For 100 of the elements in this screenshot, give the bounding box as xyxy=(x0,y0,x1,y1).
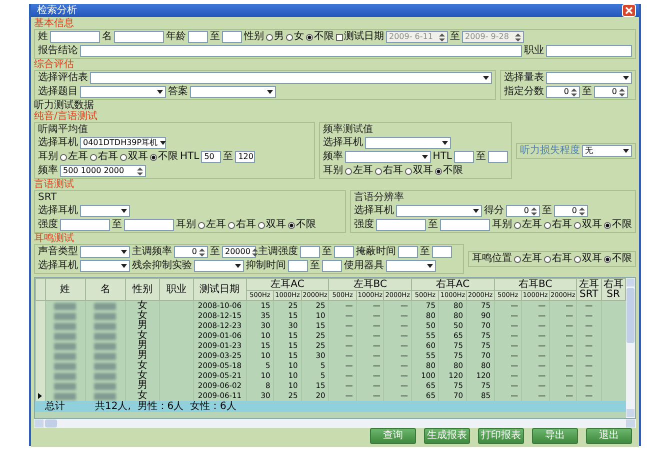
blurred-name xyxy=(54,372,76,380)
radio-button[interactable]: 双耳 xyxy=(574,253,602,265)
field-label: 选择耳机 xyxy=(38,137,78,149)
text-field[interactable] xyxy=(432,246,452,258)
table-cell: 男 xyxy=(137,380,148,391)
text-field[interactable] xyxy=(222,31,242,43)
text-field[interactable] xyxy=(546,45,632,57)
radio-button[interactable]: 不限 xyxy=(604,219,632,231)
column-header[interactable]: 左耳SRT xyxy=(576,278,602,300)
horizontal-scrollbar[interactable] xyxy=(34,419,636,428)
spin-field[interactable]: 0 xyxy=(174,246,208,258)
field-label: 至 xyxy=(428,219,438,231)
blurred-name xyxy=(94,302,116,310)
radio-button[interactable]: 双耳 xyxy=(404,165,433,177)
radio-button[interactable]: 不限 xyxy=(604,253,632,265)
dropdown[interactable] xyxy=(190,86,276,98)
field-label: 主调频率 xyxy=(132,246,172,258)
column-header[interactable]: 测试日期 xyxy=(193,278,246,300)
dropdown[interactable]: 0401DTDH39P耳机 xyxy=(80,137,166,149)
radio-button[interactable]: 右耳 xyxy=(374,165,403,177)
column-header[interactable]: 职业 xyxy=(159,278,194,300)
dropdown[interactable] xyxy=(80,205,130,217)
group-title: SRT xyxy=(38,192,57,203)
dropdown[interactable] xyxy=(386,260,436,272)
spin-field[interactable]: 0 xyxy=(546,86,580,98)
radio-button[interactable]: 左耳 xyxy=(60,151,88,163)
field-label: 姓 xyxy=(38,31,48,43)
text-field[interactable]: 50 xyxy=(201,151,222,163)
text-field[interactable] xyxy=(300,246,320,258)
radio-button[interactable]: 不限 xyxy=(150,151,178,163)
text-field[interactable] xyxy=(398,246,418,258)
column-header[interactable]: 右耳BC xyxy=(494,278,577,290)
text-field[interactable] xyxy=(80,45,522,57)
text-field[interactable] xyxy=(440,219,490,231)
column-header[interactable]: 性别 xyxy=(126,278,160,300)
dropdown[interactable] xyxy=(194,260,244,272)
field-label: 主调强度 xyxy=(258,246,298,258)
radio-button[interactable]: 双耳 xyxy=(574,219,602,231)
column-header[interactable]: 左耳AC xyxy=(246,278,329,290)
dropdown[interactable] xyxy=(364,137,451,149)
column-header[interactable]: 名 xyxy=(85,278,126,300)
dropdown[interactable] xyxy=(90,72,492,84)
column-header[interactable]: 右耳SR xyxy=(601,278,626,300)
radio-button[interactable]: 右耳 xyxy=(90,151,118,163)
field-label: 强度 xyxy=(354,219,374,231)
dropdown[interactable]: 无 xyxy=(582,144,632,156)
radio-button[interactable]: 右耳 xyxy=(544,219,572,231)
text-field[interactable] xyxy=(454,151,474,163)
spin-field[interactable]: 0 xyxy=(594,86,628,98)
text-field[interactable] xyxy=(334,246,354,258)
radio-button[interactable]: 右耳 xyxy=(228,219,256,231)
spin-field[interactable]: 500 1000 2000 xyxy=(60,165,146,177)
text-field[interactable] xyxy=(188,31,208,43)
dropdown[interactable] xyxy=(546,72,632,84)
text-field[interactable] xyxy=(376,219,426,231)
close-icon[interactable] xyxy=(622,4,636,17)
text-field[interactable] xyxy=(124,219,174,231)
table-cell: 女 xyxy=(137,360,148,371)
dropdown[interactable] xyxy=(396,205,482,217)
radio-button[interactable]: 左耳 xyxy=(198,219,226,231)
spin-field[interactable]: 20000 xyxy=(222,246,256,258)
dropdown[interactable] xyxy=(344,151,431,163)
radio-button[interactable]: 女 xyxy=(286,31,304,43)
dropdown[interactable] xyxy=(80,246,130,258)
radio-button[interactable]: 左耳 xyxy=(514,253,542,265)
radio-button[interactable]: 不限 xyxy=(306,31,334,43)
spin-field[interactable]: 0 xyxy=(506,205,540,217)
spin-field[interactable]: 0 xyxy=(554,205,588,217)
text-field[interactable] xyxy=(50,31,100,43)
field-label: 选择评估表 xyxy=(38,72,88,84)
radio-button[interactable]: 左耳 xyxy=(514,219,542,231)
radio-button[interactable]: 双耳 xyxy=(258,219,286,231)
field-label: 选择耳机 xyxy=(354,205,394,217)
text-field[interactable] xyxy=(322,260,342,272)
radio-button[interactable]: 不限 xyxy=(434,165,463,177)
field-label: 选择量表 xyxy=(504,72,544,84)
radio-button[interactable]: 不限 xyxy=(288,219,316,231)
vertical-scrollbar[interactable] xyxy=(626,278,635,418)
radio-button[interactable]: 右耳 xyxy=(544,253,572,265)
row-header[interactable] xyxy=(36,391,46,401)
caret-icon xyxy=(121,264,127,268)
text-field[interactable] xyxy=(288,260,308,272)
dropdown[interactable] xyxy=(80,260,130,272)
radio-button[interactable]: 左耳 xyxy=(344,165,373,177)
radio-button[interactable]: 双耳 xyxy=(120,151,148,163)
radio-button[interactable]: 男 xyxy=(266,31,284,43)
text-field[interactable] xyxy=(60,219,110,231)
text-field[interactable]: 120 xyxy=(235,151,256,163)
table-cell: 女 xyxy=(137,300,148,311)
caret-icon xyxy=(160,141,166,145)
column-header[interactable]: 姓 xyxy=(45,278,86,300)
field-label: 性别 xyxy=(244,31,264,43)
field-label: 至 xyxy=(450,31,460,43)
column-header[interactable]: 左耳BC xyxy=(328,278,412,290)
text-field[interactable] xyxy=(114,31,164,43)
dropdown[interactable] xyxy=(80,86,166,98)
checkbox[interactable]: 测试日期 xyxy=(336,31,384,43)
column-header[interactable]: 右耳AC xyxy=(411,278,494,290)
caret-icon xyxy=(427,264,433,268)
text-field[interactable] xyxy=(488,151,508,163)
